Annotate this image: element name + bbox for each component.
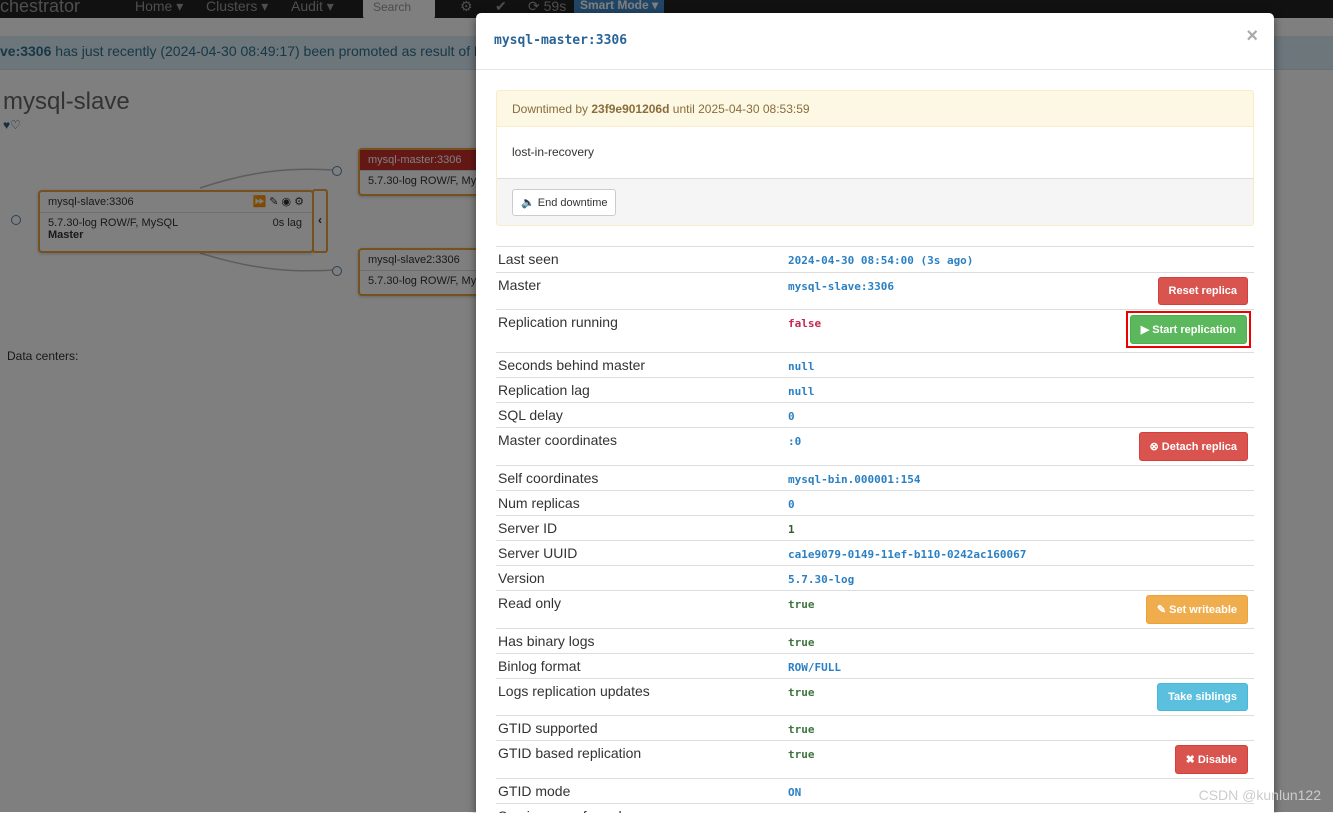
instance-info-table: Last seen2024-04-30 08:54:00 (3s ago)Mas…	[496, 246, 1254, 813]
info-key: Logs replication updates	[496, 679, 785, 716]
info-value-cell: 0	[785, 403, 1254, 428]
info-key: Replication running	[496, 310, 785, 353]
info-row: Self coordinatesmysql-bin.000001:154	[496, 466, 1254, 491]
info-value-cell: ⊗ Detach replica :0	[785, 428, 1254, 466]
info-key: GTID based replication	[496, 741, 785, 779]
info-value-cell: Take siblings true	[785, 679, 1254, 716]
info-key: Seconds behind master	[496, 353, 785, 378]
speaker-icon: 🔈	[521, 197, 535, 209]
info-value: mysql-slave:3306	[788, 278, 894, 293]
info-value-cell: ca1e9079-0149-11ef-b110-0242ac160067	[785, 541, 1254, 566]
info-row: Master coordinates ⊗ Detach replica :0	[496, 428, 1254, 466]
logs-replication-updates-action-button[interactable]: Take siblings	[1157, 683, 1248, 711]
close-icon[interactable]: ×	[1246, 25, 1258, 48]
info-value-cell: ▶ Start replication false	[785, 310, 1254, 353]
master-coordinates-action-button[interactable]: ⊗ Detach replica	[1139, 432, 1248, 461]
info-value: true	[788, 634, 815, 649]
downtime-reason: lost-in-recovery	[497, 127, 1253, 178]
info-key: SQL delay	[496, 403, 785, 428]
info-value: 0	[788, 408, 795, 423]
info-value: false	[788, 809, 821, 813]
watermark: CSDN @kunlun122	[1199, 787, 1321, 803]
modal-header: mysql-master:3306 ×	[476, 13, 1274, 70]
info-value-cell: 0	[785, 491, 1254, 516]
info-row: Read only ✎ Set writeable true	[496, 591, 1254, 629]
downtime-footer: 🔈 End downtime	[497, 178, 1253, 226]
info-value: false	[788, 315, 821, 330]
info-row: GTID modeON	[496, 779, 1254, 804]
info-row: SQL delay0	[496, 403, 1254, 428]
info-value: true	[788, 684, 815, 699]
info-row: Version5.7.30-log	[496, 566, 1254, 591]
info-value-cell: ON	[785, 779, 1254, 804]
info-key: GTID mode	[496, 779, 785, 804]
info-key: Read only	[496, 591, 785, 629]
master-action-button[interactable]: Reset replica	[1158, 277, 1248, 305]
info-value-cell: ✖ Disable true	[785, 741, 1254, 779]
info-row: Has binary logstrue	[496, 629, 1254, 654]
info-value-cell: ROW/FULL	[785, 654, 1254, 679]
info-value-cell: 1	[785, 516, 1254, 541]
downtime-panel: Downtimed by 23f9e901206d until 2025-04-…	[496, 90, 1254, 226]
info-value: ca1e9079-0149-11ef-b110-0242ac160067	[788, 546, 1026, 561]
replication-running-action-button[interactable]: ▶ Start replication	[1130, 315, 1247, 344]
info-row: Server ID1	[496, 516, 1254, 541]
info-row: Logs replication updates Take siblings tru…	[496, 679, 1254, 716]
info-row: GTID supportedtrue	[496, 716, 1254, 741]
end-downtime-button[interactable]: 🔈 End downtime	[512, 189, 616, 216]
info-value-cell: mysql-bin.000001:154	[785, 466, 1254, 491]
info-key: Server UUID	[496, 541, 785, 566]
info-row: Master Reset replica mysql-slave:3306	[496, 273, 1254, 310]
info-value-cell: true	[785, 716, 1254, 741]
info-key: Master coordinates	[496, 428, 785, 466]
info-row: Replication lagnull	[496, 378, 1254, 403]
info-value-cell: ✎ Set writeable true	[785, 591, 1254, 629]
info-value-cell: true	[785, 629, 1254, 654]
info-value-cell: 2024-04-30 08:54:00 (3s ago)	[785, 247, 1254, 273]
read-only-action-button[interactable]: ✎ Set writeable	[1146, 595, 1248, 624]
info-row: Replication running ▶ Start replication fa…	[496, 310, 1254, 353]
info-row: Last seen2024-04-30 08:54:00 (3s ago)	[496, 247, 1254, 273]
info-value: ROW/FULL	[788, 659, 841, 674]
info-value: true	[788, 746, 815, 761]
info-key: Num replicas	[496, 491, 785, 516]
info-key: Master	[496, 273, 785, 310]
info-key: Self coordinates	[496, 466, 785, 491]
info-row: Seconds behind masternull	[496, 353, 1254, 378]
info-value-cell: null	[785, 353, 1254, 378]
info-key: Last seen	[496, 247, 785, 273]
info-value-cell: 5.7.30-log	[785, 566, 1254, 591]
modal-title: mysql-master:3306	[494, 33, 627, 48]
instance-modal: mysql-master:3306 × Downtimed by 23f9e90…	[476, 13, 1274, 813]
info-value: null	[788, 358, 815, 373]
gtid-based-replication-action-button[interactable]: ✖ Disable	[1175, 745, 1248, 774]
info-row: Server UUIDca1e9079-0149-11ef-b110-0242a…	[496, 541, 1254, 566]
info-value: 5.7.30-log	[788, 571, 854, 586]
downtime-heading: Downtimed by 23f9e901206d until 2025-04-…	[497, 91, 1253, 127]
info-value: mysql-bin.000001:154	[788, 471, 920, 486]
info-key: Has binary logs	[496, 629, 785, 654]
info-value-cell: null	[785, 378, 1254, 403]
info-row: Num replicas0	[496, 491, 1254, 516]
info-row: GTID based replication ✖ Disable true	[496, 741, 1254, 779]
info-value: 2024-04-30 08:54:00 (3s ago)	[788, 252, 973, 267]
info-key: Replication lag	[496, 378, 785, 403]
info-value: true	[788, 721, 815, 736]
info-key: Binlog format	[496, 654, 785, 679]
info-key: Server ID	[496, 516, 785, 541]
highlight-box: ▶ Start replication	[1126, 311, 1251, 348]
info-value: ON	[788, 784, 801, 799]
info-row: Binlog formatROW/FULL	[496, 654, 1254, 679]
info-value: null	[788, 383, 815, 398]
info-value: 1	[788, 521, 795, 536]
info-key: GTID supported	[496, 716, 785, 741]
info-key: Version	[496, 566, 785, 591]
info-value-cell: Reset replica mysql-slave:3306	[785, 273, 1254, 310]
info-value: true	[788, 596, 815, 611]
info-value: :0	[788, 433, 801, 448]
info-value: 0	[788, 496, 795, 511]
downtime-owner: 23f9e901206d	[591, 102, 669, 116]
